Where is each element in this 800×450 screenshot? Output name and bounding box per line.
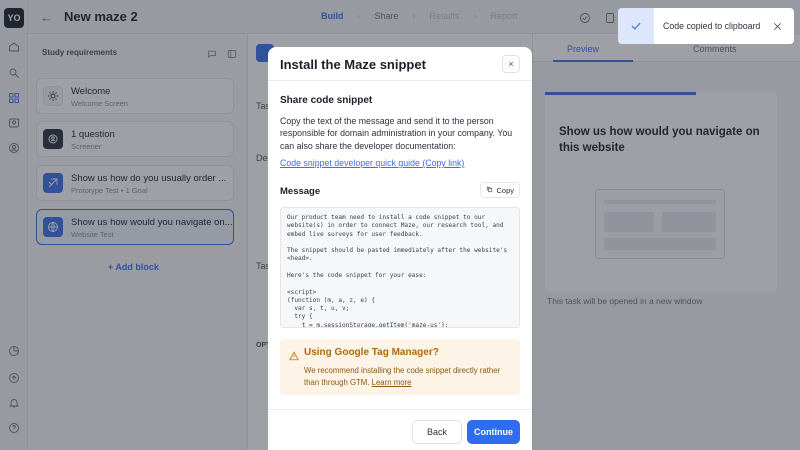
message-label: Message xyxy=(280,186,321,197)
warning-body: We recommend installing the code snippet… xyxy=(304,365,512,388)
modal-footer: Back Continue xyxy=(268,409,532,450)
continue-button[interactable]: Continue xyxy=(467,420,520,444)
warning-title: Using Google Tag Manager? xyxy=(304,347,439,358)
gtm-warning: Using Google Tag Manager? We recommend i… xyxy=(280,339,520,395)
copy-label: Copy xyxy=(496,185,514,195)
install-snippet-modal: Install the Maze snippet × Share code sn… xyxy=(268,47,532,450)
close-icon[interactable] xyxy=(772,19,784,31)
message-code-box[interactable]: Our product team need to install a code … xyxy=(280,207,520,328)
close-icon[interactable]: × xyxy=(502,55,520,73)
developer-guide-link[interactable]: Code snippet developer quick guide (Copy… xyxy=(280,158,464,168)
copy-button[interactable]: Copy xyxy=(480,182,520,198)
warning-icon xyxy=(289,348,299,361)
back-button[interactable]: Back xyxy=(412,420,462,444)
toast-notification: Code copied to clipboard xyxy=(618,8,794,44)
modal-description: Copy the text of the message and send it… xyxy=(280,116,513,151)
modal-title: Install the Maze snippet xyxy=(280,57,426,72)
toast-message: Code copied to clipboard xyxy=(663,21,761,31)
modal-header: Install the Maze snippet × xyxy=(268,47,532,81)
learn-more-link[interactable]: Learn more xyxy=(372,378,412,387)
message-text: Our product team need to install a code … xyxy=(287,214,508,328)
copy-icon xyxy=(486,186,493,195)
check-icon xyxy=(618,8,654,44)
section-title: Share code snippet xyxy=(280,95,373,106)
